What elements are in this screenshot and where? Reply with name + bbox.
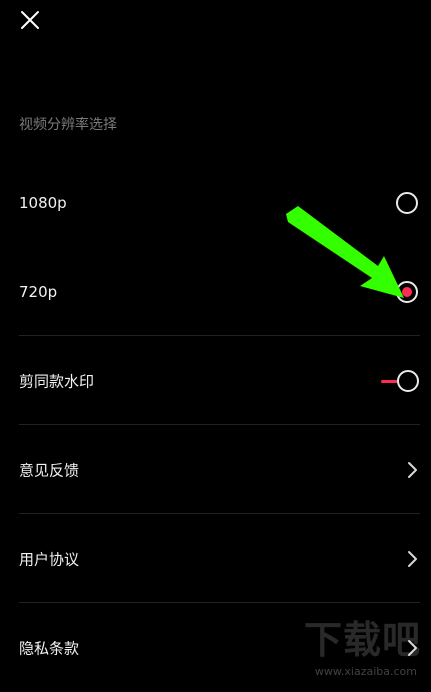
feedback-label: 意见反馈	[19, 461, 80, 479]
annotation-arrow-icon	[286, 206, 404, 298]
site-watermark-url: www.xiazaiba.com	[314, 665, 417, 678]
resolution-section-title: 视频分辨率选择	[19, 117, 117, 133]
chevron-right-icon	[408, 461, 417, 478]
chevron-right-icon	[408, 550, 417, 567]
privacy-label: 隐私条款	[19, 639, 80, 657]
user-agreement-row[interactable]: 用户协议	[19, 514, 420, 603]
feedback-row[interactable]: 意见反馈	[19, 425, 420, 514]
site-watermark: 下载吧 www.xiazaiba.com	[273, 618, 423, 680]
toggle-knob	[397, 369, 419, 392]
watermark-setting-row: 剪同款水印	[19, 336, 420, 425]
site-watermark-brand: 下载吧	[303, 618, 421, 662]
watermark-toggle[interactable]	[381, 369, 419, 392]
resolution-option-label: 720p	[19, 282, 58, 301]
watermark-setting-label: 剪同款水印	[19, 372, 95, 390]
close-icon[interactable]	[18, 8, 42, 32]
resolution-option-label: 1080p	[19, 193, 67, 212]
user-agreement-label: 用户协议	[19, 550, 80, 568]
